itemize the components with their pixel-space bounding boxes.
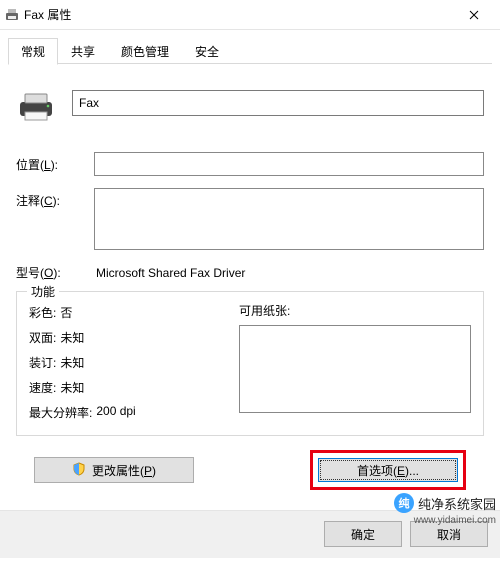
tab-sharing[interactable]: 共享 [58, 38, 108, 65]
tab-content: 位置(L): 注释(C): 型号(O): Microsoft Shared Fa… [0, 64, 500, 500]
model-value: Microsoft Shared Fax Driver [96, 266, 245, 280]
property-buttons-row: 更改属性(P) 首选项(E)... [16, 450, 484, 490]
tab-colormgmt[interactable]: 颜色管理 [108, 38, 182, 65]
feature-staple: 装订: 未知 [29, 354, 239, 371]
location-label: 位置(L): [16, 152, 86, 173]
comment-input[interactable] [94, 188, 484, 250]
preferences-highlight: 首选项(E)... [310, 450, 466, 490]
change-properties-button[interactable]: 更改属性(P) [34, 457, 194, 483]
model-row: 型号(O): Microsoft Shared Fax Driver [16, 264, 484, 281]
comment-label: 注释(C): [16, 188, 86, 209]
comment-row: 注释(C): [16, 188, 484, 250]
name-row [16, 90, 484, 124]
tabstrip: 常规 共享 颜色管理 安全 [0, 30, 500, 64]
paper-label: 可用纸张: [239, 302, 471, 319]
model-label: 型号(O): [16, 264, 96, 281]
feature-color: 彩色: 否 [29, 304, 239, 321]
close-button[interactable] [451, 0, 496, 29]
printer-icon [16, 90, 56, 124]
titlebar: Fax 属性 [0, 0, 500, 30]
features-legend: 功能 [27, 283, 59, 300]
window-title: Fax 属性 [24, 6, 451, 23]
location-row: 位置(L): [16, 152, 484, 176]
shield-icon [72, 462, 86, 479]
tab-general[interactable]: 常规 [8, 38, 58, 65]
features-group: 功能 彩色: 否 双面: 未知 装订: 未知 速度: 未知 最大分辨率: 200… [16, 291, 484, 436]
paper-listbox[interactable] [239, 325, 471, 413]
location-input[interactable] [94, 152, 484, 176]
feature-maxres: 最大分辨率: 200 dpi [29, 404, 239, 421]
ok-button[interactable]: 确定 [324, 521, 402, 547]
printer-name-input[interactable] [72, 90, 484, 116]
dialog-buttons-row: 确定 取消 [0, 510, 500, 558]
fax-icon [4, 7, 20, 23]
cancel-button[interactable]: 取消 [410, 521, 488, 547]
preferences-button[interactable]: 首选项(E)... [318, 458, 458, 482]
feature-speed: 速度: 未知 [29, 379, 239, 396]
feature-duplex: 双面: 未知 [29, 329, 239, 346]
tab-security[interactable]: 安全 [182, 38, 232, 65]
